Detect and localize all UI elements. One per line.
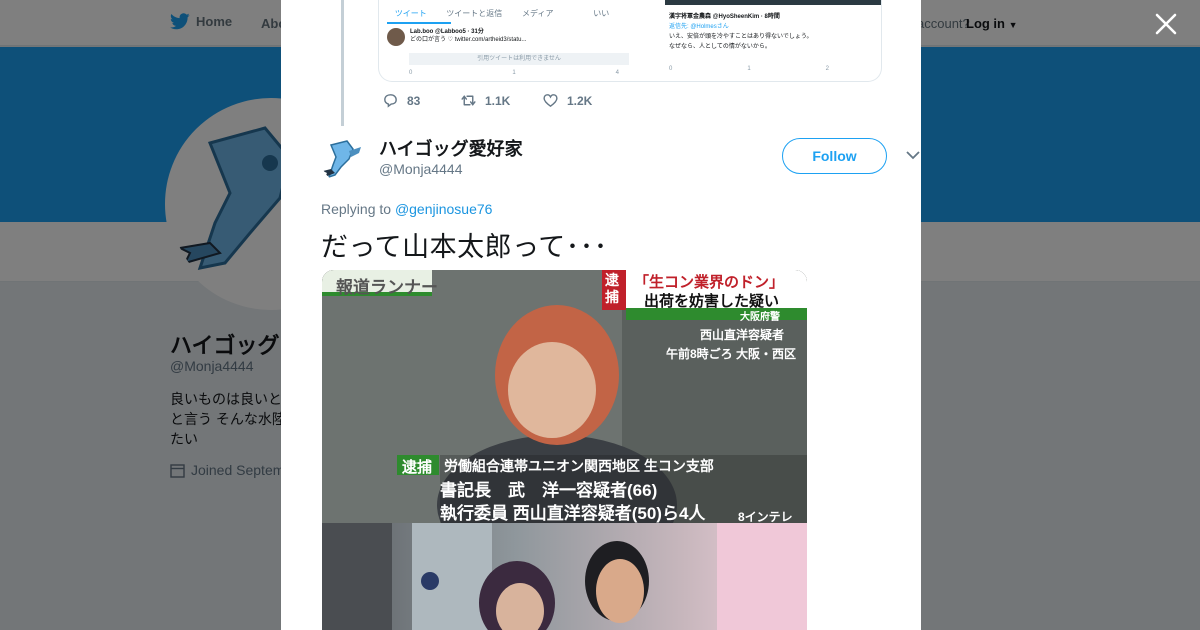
screenshot-left-panel: ツイート ツイートと返信 メディア いい Lab.boo @Labboo5 · … (379, 0, 633, 81)
screenshot-count: 0 (409, 70, 413, 76)
street-photo (322, 523, 807, 630)
screenshot-count: 1 (747, 66, 751, 72)
screenshot-tab: いい (593, 9, 610, 18)
heart-icon (543, 94, 558, 108)
close-button[interactable] (1152, 10, 1180, 38)
screenshot-right-actions: 0 1 2 (669, 66, 829, 72)
news-time-place: 午前8時ごろ 大阪・西区 (666, 347, 797, 361)
news-arrest-label: 逮捕 (402, 459, 433, 476)
reply-icon (384, 94, 397, 108)
screenshot-right-author: 漢字将軍金農森 @HyoSheenKim · 8時間 (669, 14, 780, 20)
news-suspect-name: 西山直洋容疑者 (700, 328, 785, 342)
close-icon (1155, 13, 1177, 35)
street-photo-graphic (322, 523, 807, 630)
thread-connector-line (341, 0, 344, 126)
screenshot-tab: ツイートと返信 (446, 9, 503, 18)
follow-button[interactable]: Follow (782, 138, 887, 174)
screenshot-tab-underline (387, 22, 451, 24)
screenshot-inner-text: どの口が言う ♡ twitter.com/artheid3/statu... (410, 37, 527, 43)
screenshot-right-text: いえ、安倍が頭を冷やすことはあり得ないでしょう。 (669, 34, 813, 40)
replying-to: Replying to @genjinosue76 (321, 201, 492, 217)
retweet-icon (461, 95, 476, 106)
news-union-caption: 労働組合連帯ユニオン関西地区 生コン支部 (444, 458, 714, 474)
like-count: 1.2K (567, 93, 593, 108)
news-screenshot: 報道ランナー 逮捕 「生コン業界のドン」 出荷を妨害した疑い 大阪府警 西山直洋… (322, 270, 807, 524)
replying-to-link[interactable]: @genjinosue76 (395, 201, 493, 217)
retweet-count: 1.1K (485, 93, 511, 108)
screenshot-inner-actions: 0 1 4 (409, 70, 619, 76)
reply-count: 83 (407, 93, 421, 108)
replying-to-prefix: Replying to (321, 201, 392, 217)
screenshot-right-panel: 漢字将軍金農森 @HyoSheenKim · 8時間 返信先: @Holmesさ… (665, 0, 881, 81)
screenshot-right-tweet: 漢字将軍金農森 @HyoSheenKim · 8時間 返信先: @Holmesさ… (669, 12, 812, 52)
screenshot-count: 4 (615, 70, 619, 76)
screenshot-dark-bar (665, 0, 881, 5)
screenshot-count: 1 (512, 70, 516, 76)
screenshot-tab: メディア (522, 9, 554, 18)
screenshot-quote-unavailable: 引用ツイートは利用できません (409, 53, 629, 65)
news-police-label: 大阪府警 (740, 312, 780, 323)
screenshot-count: 0 (669, 66, 673, 72)
news-caption-line: 書記長 武 洋一容疑者(66) (440, 481, 658, 500)
tweet-text: だって山本太郎って･･･ (321, 232, 608, 262)
screenshot-avatar (387, 28, 405, 46)
screenshot-right-text: なぜなら、人としての情がないから。 (669, 44, 771, 50)
robot-avatar-image (321, 137, 367, 183)
author-avatar[interactable] (321, 137, 367, 183)
news-caption-line: 執行委員 西山直洋容疑者(50)ら4人 (440, 504, 706, 523)
screenshot-inner-tweet: Lab.boo @Labboo5 · 31分 どの口が言う ♡ twitter.… (387, 28, 526, 46)
screenshot-count: 2 (825, 66, 829, 72)
author-name[interactable]: ハイゴッグ愛好家 (379, 135, 523, 161)
news-channel-logo: 報道ランナー (336, 278, 438, 297)
screenshot-inner-author: Lab.boo @Labboo5 · 31分 (410, 29, 484, 35)
reply-action[interactable]: 83 (382, 92, 460, 109)
tweet-photo[interactable]: 報道ランナー 逮捕 「生コン業界のドン」 出荷を妨害した疑い 大阪府警 西山直洋… (322, 270, 807, 630)
screenshot-right-reply-to: 返信先: @Holmesさん (669, 24, 729, 30)
chevron-down-icon[interactable] (906, 148, 920, 162)
author-handle[interactable]: @Monja4444 (379, 161, 463, 177)
news-arrest-badge: 逮捕 (605, 272, 619, 305)
tweet-modal: ツイート ツイートと返信 メディア いい Lab.boo @Labboo5 · … (281, 0, 921, 630)
news-headline: 「生コン業界のドン」 (634, 274, 785, 291)
like-action[interactable]: 1.2K (542, 92, 592, 109)
retweet-action[interactable]: 1.1K (460, 92, 542, 109)
tweet-author: ハイゴッグ愛好家 @Monja4444 Follow (321, 134, 920, 184)
previous-tweet-media[interactable]: ツイート ツイートと返信 メディア いい Lab.boo @Labboo5 · … (378, 0, 882, 82)
previous-tweet-actions: 83 1.1K 1.2K (382, 92, 592, 109)
